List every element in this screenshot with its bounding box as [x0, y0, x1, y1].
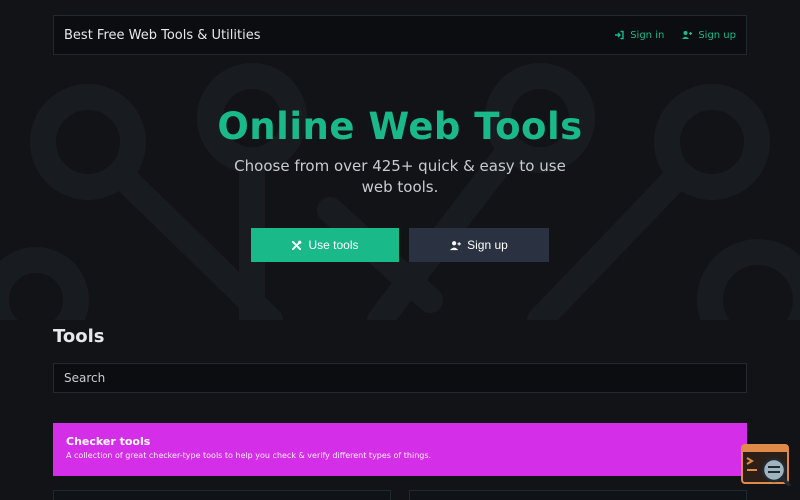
hero-buttons: Use tools Sign up — [251, 228, 549, 262]
tool-card[interactable] — [53, 490, 391, 500]
sign-up-button[interactable]: Sign up — [409, 228, 549, 262]
sign-up-label: Sign up — [698, 29, 736, 41]
category-checker-tools[interactable]: Checker tools A collection of great chec… — [53, 423, 747, 476]
sign-in-label: Sign in — [630, 29, 665, 41]
tools-icon — [292, 240, 302, 250]
brand-link[interactable]: Best Free Web Tools & Utilities — [64, 28, 260, 43]
tool-card[interactable] — [409, 490, 747, 500]
terminal-search-icon[interactable] — [741, 444, 791, 486]
hero-title: Online Web Tools — [217, 105, 583, 148]
sign-in-link[interactable]: Sign in — [614, 30, 664, 41]
sign-in-icon — [615, 30, 624, 40]
sign-up-button-label: Sign up — [467, 238, 508, 252]
page: Best Free Web Tools & Utilities Sign in … — [0, 0, 800, 500]
hero-subtitle: Choose from over 425+ quick & easy to us… — [234, 157, 566, 196]
tools-heading: Tools — [53, 326, 105, 347]
category-description: A collection of great checker-type tools… — [66, 451, 432, 460]
user-plus-icon — [450, 240, 461, 250]
use-tools-label: Use tools — [308, 238, 359, 252]
nav-links: Sign in Sign up — [614, 30, 736, 41]
category-title: Checker tools — [66, 435, 151, 448]
use-tools-button[interactable]: Use tools — [251, 228, 399, 262]
sign-up-link[interactable]: Sign up — [682, 30, 736, 41]
user-plus-icon — [682, 31, 693, 39]
navbar: Best Free Web Tools & Utilities Sign in … — [53, 15, 747, 55]
search-input[interactable] — [53, 363, 747, 393]
hero: Online Web Tools Choose from over 425+ q… — [0, 104, 800, 198]
